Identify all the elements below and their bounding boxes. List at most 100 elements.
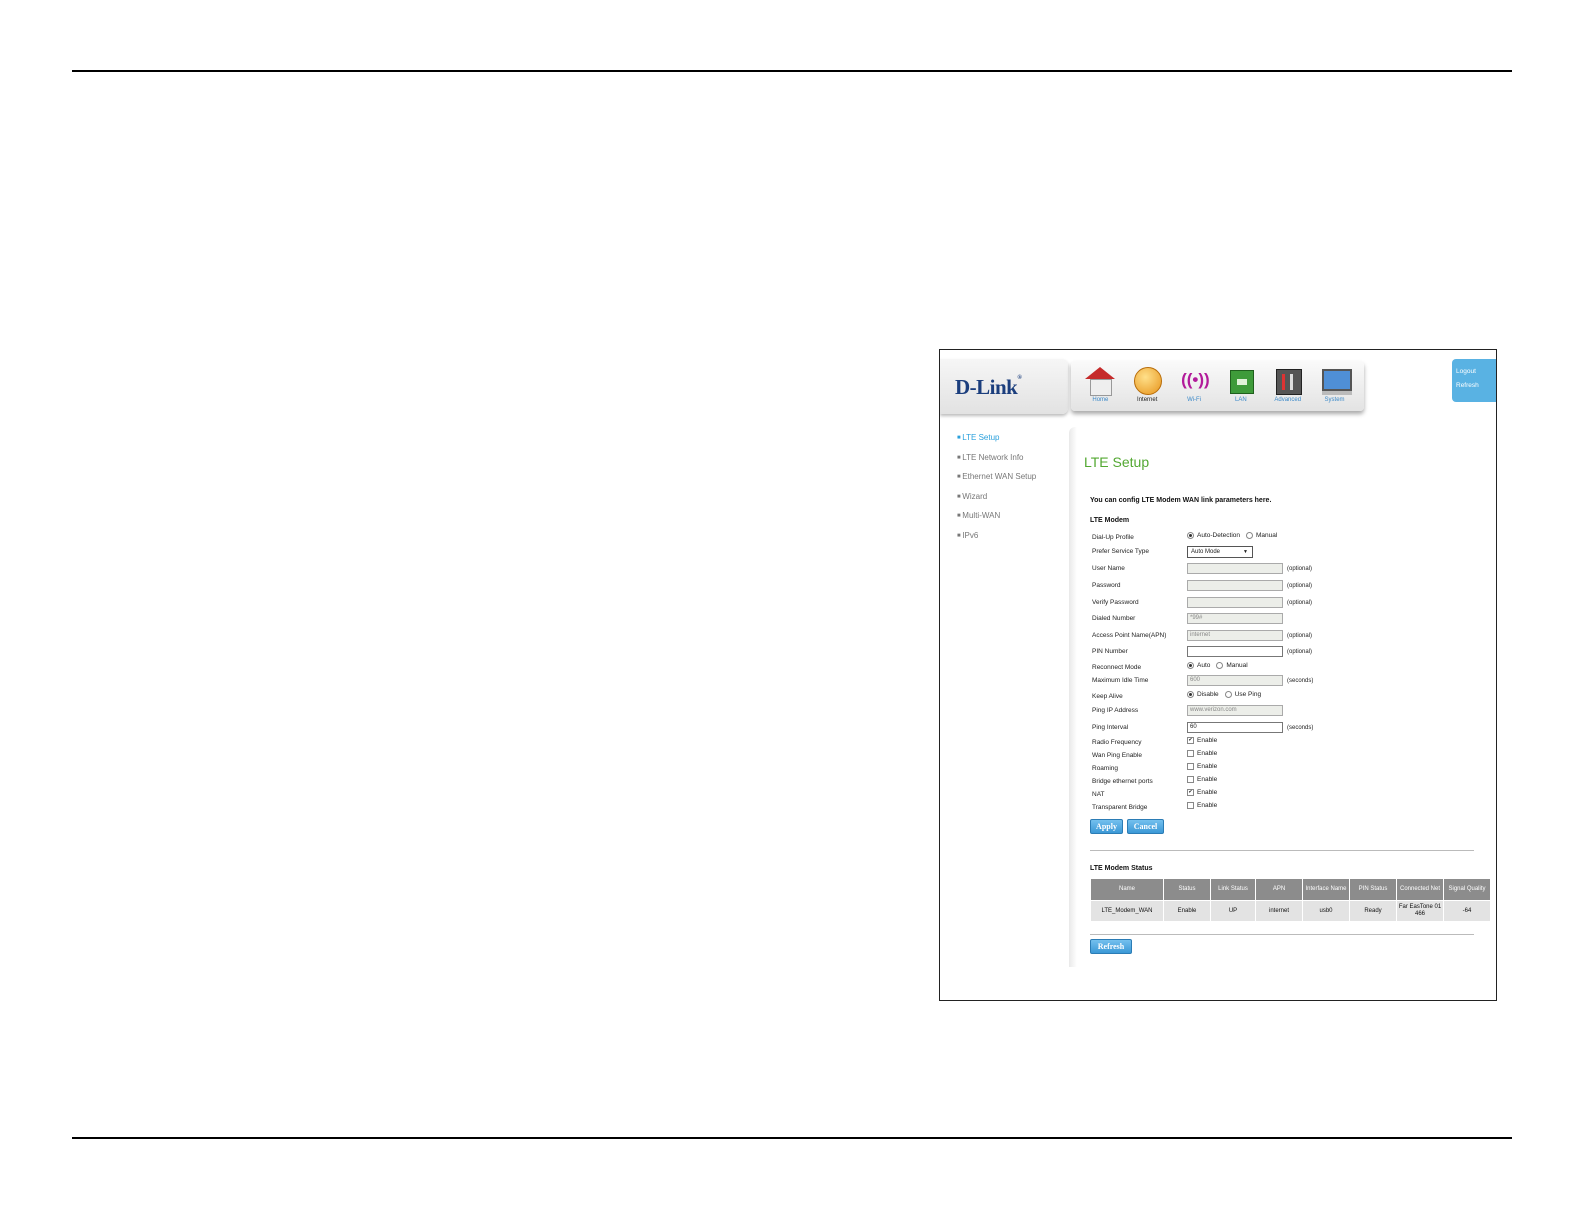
column-header: Status: [1163, 878, 1211, 901]
hint-text: (seconds): [1287, 677, 1314, 684]
field-label: Password: [1092, 582, 1121, 589]
nav-advanced[interactable]: Advanced: [1266, 361, 1310, 411]
sidebar-item-lte-setup[interactable]: LTE Setup: [957, 432, 1067, 452]
nav-lan[interactable]: LAN: [1219, 361, 1263, 411]
sidebar-item-ethernet-wan-setup[interactable]: Ethernet WAN Setup: [957, 471, 1067, 491]
column-header: Signal Quality: [1443, 878, 1491, 901]
dialed-number-input[interactable]: *99#: [1187, 613, 1283, 624]
field-label: Ping Interval: [1092, 724, 1129, 731]
hint-text: (optional): [1287, 648, 1313, 655]
section-title-lte-status: LTE Modem Status: [1090, 865, 1153, 872]
field-label: User Name: [1092, 565, 1125, 572]
option-label: Enable: [1197, 750, 1218, 757]
field-label: Verify Password: [1092, 599, 1139, 606]
option-label: Auto-Detection: [1197, 532, 1240, 539]
nav-home[interactable]: Home: [1078, 361, 1122, 411]
auto-detection-radio[interactable]: [1187, 532, 1194, 539]
wan-ping-checkbox[interactable]: [1187, 750, 1194, 757]
option-label: Enable: [1197, 802, 1218, 809]
field-label: NAT: [1092, 791, 1105, 798]
column-header: Interface Name: [1302, 878, 1350, 901]
cancel-button[interactable]: Cancel: [1127, 819, 1164, 834]
nav-label: System: [1324, 397, 1345, 403]
nat-checkbox[interactable]: ✔: [1187, 789, 1194, 796]
content-panel: LTE Setup You can config LTE Modem WAN l…: [1069, 427, 1496, 967]
refresh-button[interactable]: Refresh: [1090, 939, 1132, 954]
intro-text: You can config LTE Modem WAN link parame…: [1090, 497, 1272, 504]
hint-text: (seconds): [1287, 724, 1314, 731]
table-header-row: Name Status Link Status APN Interface Na…: [1090, 878, 1491, 901]
keepalive-disable-radio[interactable]: [1187, 691, 1194, 698]
bottom-rule: [72, 1137, 1512, 1139]
logo-panel: D-Link®: [940, 359, 1068, 414]
field-label: Maximum Idle Time: [1092, 677, 1149, 684]
option-label: Auto: [1197, 662, 1211, 669]
column-header: Name: [1090, 878, 1164, 901]
sidebar-item-ipv6[interactable]: IPv6: [957, 530, 1067, 550]
reconnect-auto-radio[interactable]: [1187, 662, 1194, 669]
sidebar-item-multi-wan[interactable]: Multi-WAN: [957, 510, 1067, 530]
field-label: Reconnect Mode: [1092, 664, 1142, 671]
field-label: Dialed Number: [1092, 615, 1136, 622]
field-label: Prefer Service Type: [1092, 548, 1149, 555]
table-cell: UP: [1210, 900, 1256, 922]
transparent-bridge-checkbox[interactable]: [1187, 802, 1194, 809]
nav-label: LAN: [1235, 397, 1247, 403]
field-label: Wan Ping Enable: [1092, 752, 1142, 759]
column-header: Link Status: [1210, 878, 1256, 901]
ping-ip-input[interactable]: www.verizon.com: [1187, 705, 1283, 716]
refresh-link[interactable]: Refresh: [1452, 379, 1496, 393]
option-label: Manual: [1226, 662, 1248, 669]
field-label: Keep Alive: [1092, 693, 1123, 700]
password-input[interactable]: [1187, 580, 1283, 591]
globe-icon: [1132, 367, 1163, 395]
sidebar-item-lte-network-info[interactable]: LTE Network Info: [957, 452, 1067, 472]
lan-icon: [1226, 367, 1256, 395]
field-label: Radio Frequency: [1092, 739, 1142, 746]
field-label: Roaming: [1092, 765, 1119, 772]
username-input[interactable]: [1187, 563, 1283, 574]
apply-button[interactable]: Apply: [1090, 819, 1123, 834]
divider: [1090, 850, 1474, 851]
verify-password-input[interactable]: [1187, 597, 1283, 608]
reconnect-manual-radio[interactable]: [1216, 662, 1224, 669]
keepalive-use-ping-radio[interactable]: [1224, 691, 1232, 698]
radio-frequency-checkbox[interactable]: ✔: [1187, 737, 1194, 744]
manual-radio[interactable]: [1246, 532, 1253, 539]
nav-system[interactable]: System: [1313, 361, 1357, 411]
field-label: Ping IP Address: [1092, 707, 1139, 714]
option-label: Enable: [1197, 737, 1218, 744]
apn-input[interactable]: internet: [1187, 630, 1283, 641]
table-cell: Far EasTone 01 466: [1396, 900, 1444, 922]
table-row: LTE_Modem_WAN Enable UP internet usb0 Re…: [1090, 900, 1491, 922]
option-label: Enable: [1197, 763, 1218, 770]
page-title: LTE Setup: [1084, 454, 1150, 470]
divider: [1090, 934, 1474, 935]
tools-icon: [1273, 367, 1303, 395]
idle-time-input[interactable]: 600: [1187, 675, 1283, 686]
bridge-ports-checkbox[interactable]: [1187, 776, 1194, 783]
pin-input[interactable]: [1187, 646, 1283, 657]
main-nav: Home Internet ((•)) Wi-Fi LAN Advanced S…: [1071, 361, 1364, 411]
service-type-select[interactable]: Auto Mode: [1187, 546, 1253, 558]
ping-interval-input[interactable]: 60: [1187, 722, 1283, 733]
roaming-checkbox[interactable]: [1187, 763, 1194, 770]
hint-text: (optional): [1287, 632, 1313, 639]
wifi-icon: ((•)): [1181, 370, 1210, 389]
sidebar-item-wizard[interactable]: Wizard: [957, 491, 1067, 511]
nav-label: Home: [1092, 397, 1109, 403]
nav-wifi[interactable]: ((•)) Wi-Fi: [1172, 361, 1216, 411]
table-cell: usb0: [1302, 900, 1350, 922]
column-header: PIN Status: [1349, 878, 1397, 901]
logout-link[interactable]: Logout: [1452, 365, 1496, 379]
nav-internet[interactable]: Internet: [1125, 361, 1169, 411]
hint-text: (optional): [1287, 582, 1313, 589]
option-label: Manual: [1256, 532, 1278, 539]
hint-text: (optional): [1287, 599, 1313, 606]
lte-status-table: Name Status Link Status APN Interface Na…: [1090, 878, 1491, 922]
option-label: Enable: [1197, 776, 1218, 783]
table-cell: -64: [1443, 900, 1491, 922]
router-ui-screenshot: D-Link® Home Internet ((•)) Wi-Fi LAN Ad…: [939, 349, 1497, 1001]
nav-label: Advanced: [1274, 397, 1302, 403]
monitor-icon: [1320, 367, 1352, 395]
